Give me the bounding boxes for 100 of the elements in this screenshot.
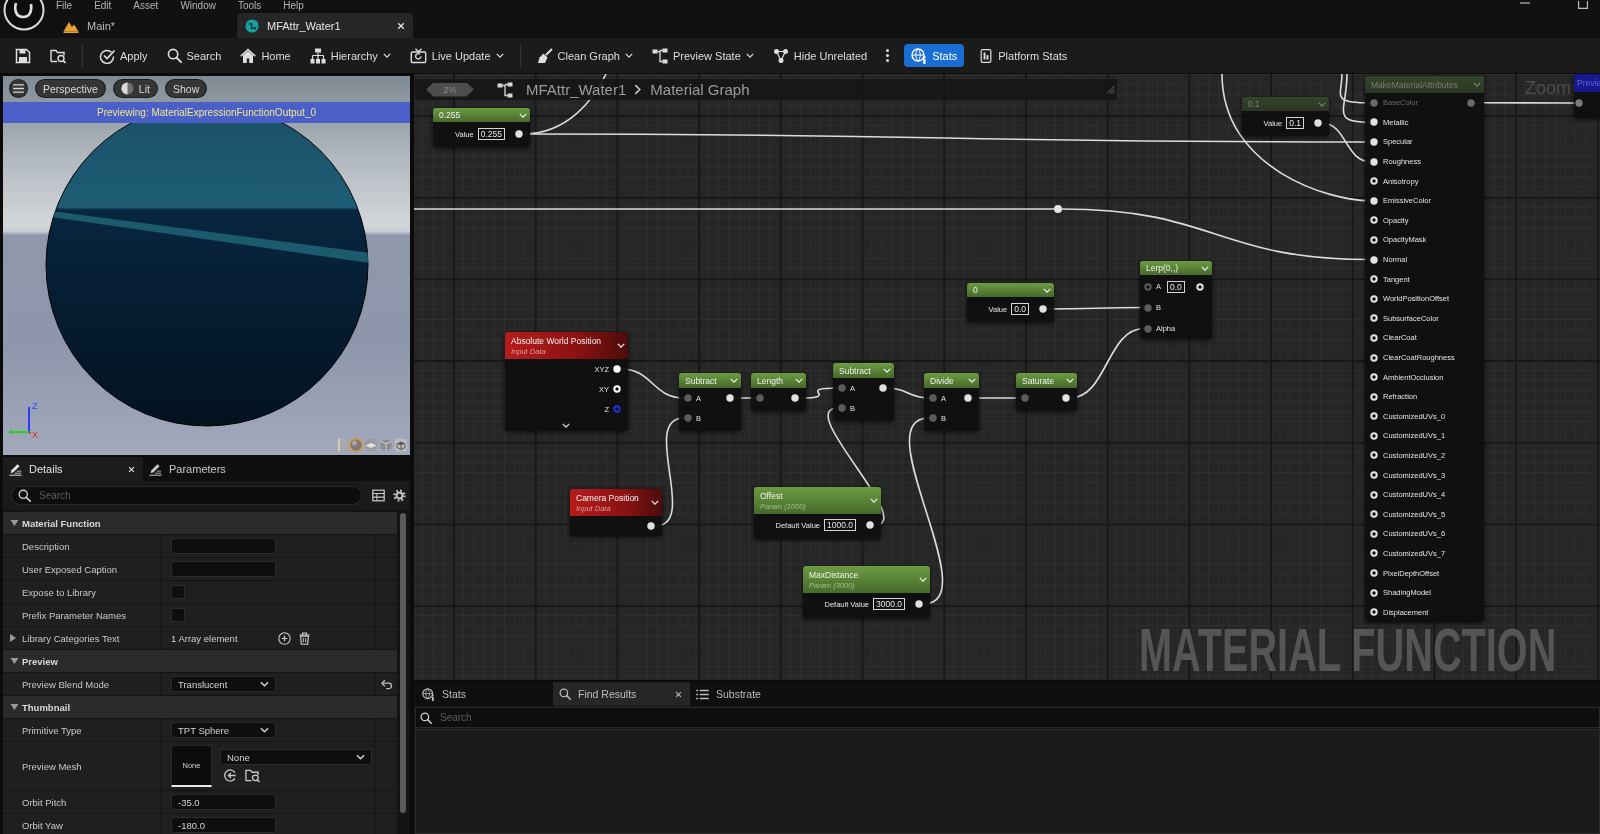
- clean-graph-button[interactable]: Clean Graph: [532, 44, 637, 67]
- pin-icon[interactable]: [613, 365, 621, 373]
- value-field[interactable]: 1000.0: [824, 519, 856, 531]
- menu-item[interactable]: Tools: [237, 0, 262, 12]
- hide-unrelated-button[interactable]: Hide Unrelated: [768, 44, 872, 67]
- settings-icon[interactable]: [393, 489, 406, 502]
- pin-icon[interactable]: [1370, 138, 1378, 146]
- maximize-icon[interactable]: [1578, 1, 1588, 9]
- globe-info-icon: [422, 687, 435, 701]
- pin-icon[interactable]: [915, 600, 923, 608]
- pin-icon[interactable]: [1370, 157, 1378, 166]
- close-icon[interactable]: [128, 465, 135, 473]
- checkbox[interactable]: [171, 608, 185, 622]
- expander-arrow-icon[interactable]: [10, 658, 19, 664]
- node-title: MaxDistance: [809, 569, 859, 580]
- axis-gizmo-icon: [8, 406, 31, 434]
- value-field[interactable]: 0.1: [1286, 117, 1304, 129]
- sphere-icon: [245, 18, 259, 33]
- text-field[interactable]: [171, 561, 276, 577]
- live-update-button[interactable]: Live Update: [405, 44, 508, 67]
- menu-icon: [13, 84, 24, 93]
- panel-tab[interactable]: Details: [3, 457, 143, 481]
- menu-item[interactable]: Edit: [94, 0, 112, 12]
- document-tab[interactable]: Main*: [55, 13, 231, 38]
- table-view-icon[interactable]: [372, 489, 385, 502]
- panel-tab[interactable]: Parameters: [143, 457, 283, 481]
- home-icon: [240, 47, 257, 64]
- node-title: Camera Position: [576, 492, 639, 503]
- pencil-icon: [9, 462, 22, 476]
- apply-button[interactable]: Apply: [95, 44, 152, 67]
- number-field[interactable]: -35.0: [171, 794, 276, 810]
- node-title: Length: [757, 375, 783, 386]
- document-tab[interactable]: MFAttr_Water1: [237, 13, 413, 38]
- value-field[interactable]: 0.0: [1167, 280, 1185, 293]
- pin-icon[interactable]: [866, 521, 874, 529]
- hierarchy-button[interactable]: Hierarchy: [305, 44, 395, 67]
- pin-icon[interactable]: [1039, 305, 1047, 313]
- chevron-right-icon: [634, 84, 642, 95]
- breadcrumb-link[interactable]: Material Graph: [650, 81, 750, 98]
- category-header[interactable]: Material Function: [3, 512, 397, 534]
- trash-icon[interactable]: [299, 631, 310, 645]
- close-icon[interactable]: [675, 690, 682, 698]
- pin-icon[interactable]: [515, 130, 523, 138]
- stats-button[interactable]: Stats: [904, 44, 965, 67]
- pin-icon[interactable]: [879, 384, 887, 392]
- node-title: Subtract: [685, 375, 717, 386]
- minimize-icon[interactable]: [1520, 1, 1530, 5]
- home-button[interactable]: Home: [236, 44, 295, 67]
- expander-arrow-icon[interactable]: [10, 634, 16, 642]
- reroute-dot-icon[interactable]: [1054, 205, 1062, 213]
- dropdown[interactable]: Translucent: [171, 676, 276, 692]
- pin-icon[interactable]: [1370, 196, 1378, 205]
- search-icon: [559, 688, 571, 700]
- panel-tab[interactable]: Stats: [416, 682, 553, 706]
- search-button[interactable]: Search: [162, 44, 226, 67]
- reset-arrow-icon[interactable]: [380, 678, 393, 690]
- platform-stats-button[interactable]: Platform Stats: [975, 44, 1072, 67]
- pin-icon[interactable]: [1314, 119, 1322, 127]
- checkbox[interactable]: [171, 585, 185, 599]
- logo-icon[interactable]: [3, 0, 45, 31]
- axis-label: Z: [32, 402, 38, 411]
- pin-icon[interactable]: [647, 522, 655, 530]
- folder-search-icon[interactable]: [245, 768, 260, 783]
- pin-icon[interactable]: [791, 394, 799, 402]
- plus-circle-icon[interactable]: [278, 631, 291, 645]
- resize-grip-icon[interactable]: [1106, 85, 1115, 94]
- panel-tab[interactable]: Substrate: [690, 682, 769, 706]
- preview-state-button[interactable]: Preview State: [647, 44, 758, 67]
- shaded-sphere-icon: [120, 82, 134, 95]
- value-field[interactable]: 3000.0: [873, 598, 905, 610]
- pin-icon[interactable]: [1370, 118, 1378, 127]
- node-title: Offest: [760, 490, 784, 501]
- hierarchy-icon: [309, 47, 326, 64]
- menu-item[interactable]: File: [56, 0, 73, 12]
- text-field[interactable]: [171, 538, 276, 554]
- expander-arrow-icon[interactable]: [10, 704, 19, 710]
- pin-icon[interactable]: [1370, 255, 1378, 264]
- menu-item[interactable]: Window: [180, 0, 216, 12]
- panel-tab[interactable]: Find Results: [553, 682, 690, 706]
- pin-icon[interactable]: [1062, 394, 1070, 402]
- dropdown[interactable]: None: [220, 749, 372, 765]
- menu-item[interactable]: Asset: [133, 0, 159, 12]
- scrollbar[interactable]: [400, 513, 406, 813]
- category-header[interactable]: Thumbnail: [3, 696, 397, 718]
- pin-icon[interactable]: [726, 394, 734, 402]
- save-icon: [15, 47, 31, 64]
- arrow-circle-icon[interactable]: [224, 769, 237, 782]
- menu-item[interactable]: Help: [283, 0, 304, 12]
- category-header[interactable]: Preview: [3, 650, 397, 672]
- dropdown[interactable]: TPT Sphere: [171, 722, 276, 738]
- value-field[interactable]: 0.255: [477, 128, 505, 140]
- view-mode-button[interactable]: Perspective: [35, 79, 106, 98]
- value-field[interactable]: 0.0: [1011, 303, 1029, 315]
- expander-arrow-icon[interactable]: [10, 520, 19, 526]
- node-graph-icon: [495, 81, 515, 98]
- breadcrumb-link[interactable]: MFAttr_Water1: [526, 81, 627, 98]
- node-title: Previe: [1577, 78, 1600, 88]
- pin-icon[interactable]: [964, 394, 972, 402]
- number-field[interactable]: -180.0: [171, 817, 276, 833]
- search-icon: [18, 489, 31, 502]
